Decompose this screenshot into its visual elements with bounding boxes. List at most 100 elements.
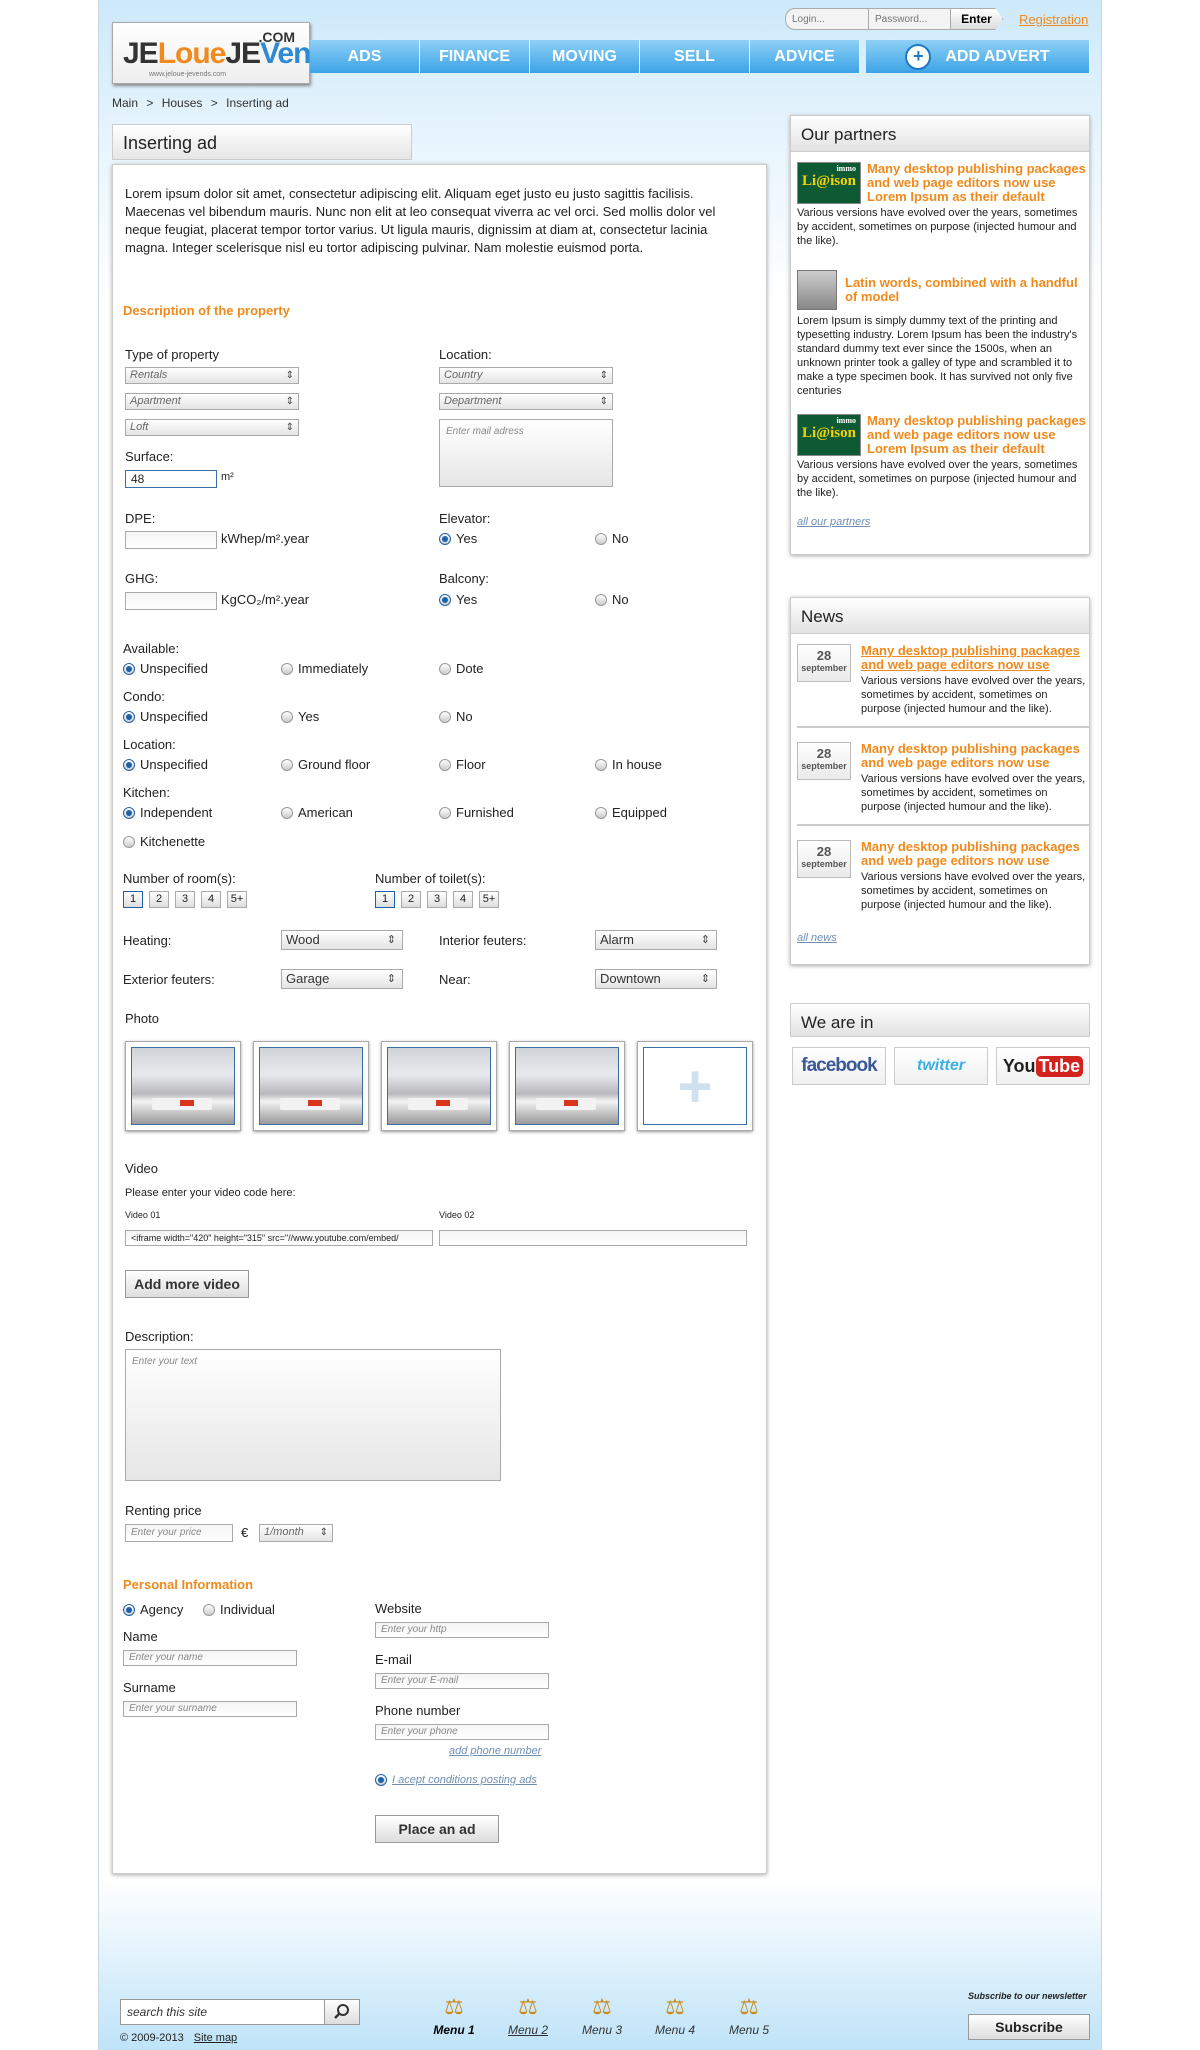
sitemap-link[interactable]: Site map [194,2032,237,2044]
password-input[interactable] [869,8,951,30]
accept-conditions-radio[interactable]: I acept conditions posting ads [375,1774,537,1786]
ghg-input[interactable] [125,592,217,610]
surname-input[interactable]: Enter your surname [123,1701,297,1717]
rooms-1[interactable]: 1 [123,891,143,908]
toilets-2[interactable]: 2 [401,891,421,908]
partner-logo[interactable]: immo Li@ison [797,162,861,204]
location-ground-floor-radio[interactable]: Ground floor [281,757,370,772]
kitchen-kitchenette-radio[interactable]: Kitchenette [123,834,205,849]
partner-logo[interactable] [797,270,837,310]
breadcrumb-houses[interactable]: Houses [162,96,203,110]
balcony-yes-radio[interactable]: Yes [439,592,477,607]
toilets-5plus[interactable]: 5+ [479,891,499,908]
nav-advice[interactable]: ADVICE [750,40,860,73]
email-input[interactable]: Enter your E-mail [375,1673,549,1689]
condo-no-radio[interactable]: No [439,709,473,724]
rooms-4[interactable]: 4 [201,891,221,908]
department-select[interactable]: Department [439,393,613,410]
location-floor-radio[interactable]: Floor [439,757,486,772]
add-phone-link[interactable]: add phone number [449,1745,541,1757]
nav-ads[interactable]: ADS [310,40,420,73]
footer-menu-2[interactable]: ⚖ Menu 2 [503,1994,553,2037]
add-more-video-button[interactable]: Add more video [125,1270,249,1298]
registration-link[interactable]: Registration [1019,12,1088,27]
kitchen-american-radio[interactable]: American [281,805,353,820]
photo-thumb[interactable] [125,1041,241,1131]
country-select[interactable]: Country [439,367,613,384]
partner-title[interactable]: Many desktop publishing packages and web… [867,414,1089,456]
elevator-no-radio[interactable]: No [595,531,629,546]
nav-moving[interactable]: MOVING [530,40,640,73]
photo-thumb[interactable] [509,1041,625,1131]
footer-menu-5[interactable]: ⚖ Menu 5 [724,1994,774,2037]
personal-section-title: Personal Information [123,1577,254,1592]
dpe-input[interactable] [125,531,217,549]
phone-input[interactable]: Enter your phone [375,1724,549,1740]
news-title-link[interactable]: Many desktop publishing packages and web… [861,742,1089,770]
video2-input[interactable] [439,1230,747,1246]
condo-unspecified-radio[interactable]: Unspecified [123,709,208,724]
kitchen-furnished-radio[interactable]: Furnished [439,805,514,820]
search-icon[interactable] [325,2000,359,2024]
type-select[interactable]: Rentals [125,367,299,384]
name-input[interactable]: Enter your name [123,1650,297,1666]
place-ad-button[interactable]: Place an ad [375,1815,499,1843]
footer-menu-4[interactable]: ⚖ Menu 4 [650,1994,700,2037]
agency-radio[interactable]: Agency [123,1602,183,1617]
available-immediately-radio[interactable]: Immediately [281,661,368,676]
available-date-radio[interactable]: Dote [439,661,483,676]
surface-input[interactable]: 48 [125,470,217,488]
all-news-link[interactable]: all news [797,932,837,944]
footer-menu-3[interactable]: ⚖ Menu 3 [577,1994,627,2037]
login-input[interactable] [785,8,869,30]
nav-sell[interactable]: SELL [640,40,750,73]
exterior-select[interactable]: Garage [281,969,403,989]
near-select[interactable]: Downtown [595,969,717,989]
partner-title[interactable]: Many desktop publishing packages and web… [867,162,1089,204]
photo-thumb[interactable] [253,1041,369,1131]
rooms-5plus[interactable]: 5+ [227,891,247,908]
individual-radio[interactable]: Individual [203,1602,275,1617]
location-in-house-radio[interactable]: In house [595,757,662,772]
breadcrumb-main[interactable]: Main [112,96,138,110]
all-partners-link[interactable]: all our partners [797,516,870,528]
description-textarea[interactable]: Enter your text [125,1349,501,1481]
partner-title[interactable]: Latin words, combined with a handful of … [845,276,1089,304]
site-logo[interactable]: JELoueJEVends .COM www.jeloue-jevends.co… [112,22,344,84]
partner-logo[interactable]: immo Li@ison [797,414,861,456]
available-unspecified-radio[interactable]: Unspecified [123,661,208,676]
price-input[interactable]: Enter your price [125,1524,233,1542]
add-advert-button[interactable]: + ADD ADVERT [866,40,1090,73]
heating-select[interactable]: Wood [281,930,403,950]
facebook-link[interactable]: facebook [792,1047,886,1085]
subscribe-button[interactable]: Subscribe [968,2014,1090,2040]
toilets-3[interactable]: 3 [427,891,447,908]
mail-address-input[interactable]: Enter mail adress [439,419,613,487]
balcony-no-radio[interactable]: No [595,592,629,607]
rooms-2[interactable]: 2 [149,891,169,908]
condo-yes-radio[interactable]: Yes [281,709,319,724]
add-photo-button[interactable]: + [637,1041,753,1131]
news-title-link[interactable]: Many desktop publishing packages and web… [861,644,1089,672]
enter-button[interactable]: Enter [951,8,1003,30]
youtube-link[interactable]: You Tube [996,1047,1090,1085]
period-select[interactable]: 1/month [259,1524,333,1542]
nav-finance[interactable]: FINANCE [420,40,530,73]
twitter-link[interactable]: twitter [894,1047,988,1085]
subtype-select[interactable]: Apartment [125,393,299,410]
elevator-yes-radio[interactable]: Yes [439,531,477,546]
news-title-link[interactable]: Many desktop publishing packages and web… [861,840,1089,868]
style-select[interactable]: Loft [125,419,299,436]
kitchen-independent-radio[interactable]: Independent [123,805,212,820]
website-input[interactable]: Enter your http [375,1622,549,1638]
video1-input[interactable]: <iframe width="420" height="315" src="//… [125,1230,433,1246]
location-unspecified-radio[interactable]: Unspecified [123,757,208,772]
interior-select[interactable]: Alarm [595,930,717,950]
toilets-1[interactable]: 1 [375,891,395,908]
photo-thumb[interactable] [381,1041,497,1131]
kitchen-equipped-radio[interactable]: Equipped [595,805,667,820]
rooms-3[interactable]: 3 [175,891,195,908]
toilets-4[interactable]: 4 [453,891,473,908]
footer-menu-1[interactable]: ⚖ Menu 1 [429,1994,479,2037]
site-search-input[interactable] [121,2000,325,2024]
